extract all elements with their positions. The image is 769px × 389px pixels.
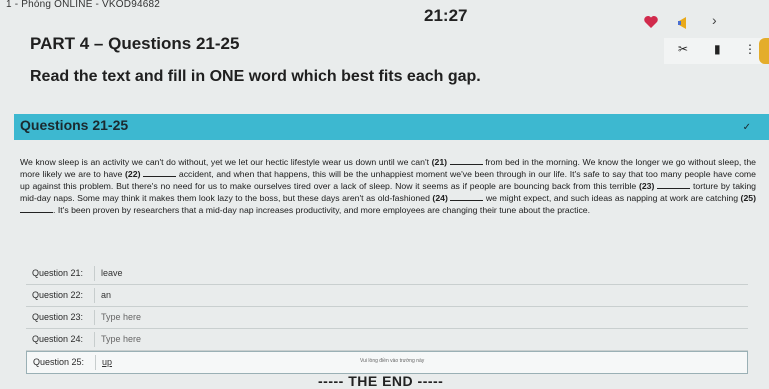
- answer-input-24[interactable]: Type here: [101, 334, 141, 344]
- gap-number: (22): [125, 169, 141, 179]
- countdown-timer: 21:27: [424, 6, 468, 25]
- passage-text: . It's been proven by researchers that a…: [53, 205, 591, 215]
- gap-number: (24): [432, 193, 448, 203]
- instructions: Read the text and fill in ONE word which…: [30, 68, 481, 85]
- divider: [94, 310, 95, 325]
- megaphone-icon[interactable]: [676, 14, 694, 32]
- question-label: Question 24:: [32, 334, 84, 344]
- section-banner: Questions 21-25 ✓: [14, 114, 769, 140]
- screen-icon[interactable]: ▮: [714, 42, 721, 56]
- gap-21: [449, 156, 483, 165]
- heart-icon[interactable]: [643, 14, 659, 30]
- gap-22: [143, 168, 177, 177]
- answer-input-22[interactable]: an: [101, 290, 111, 300]
- divider: [94, 266, 95, 281]
- passage-text: We know sleep is an activity we can't do…: [20, 157, 432, 167]
- room-name: 1 - Phòng ONLINE - VKOD94682: [6, 0, 161, 10]
- answer-row-22: Question 22: an: [26, 285, 748, 307]
- checkmark-icon: ✓: [742, 122, 751, 133]
- gap-25: [20, 204, 53, 213]
- divider: [94, 332, 95, 347]
- divider: [94, 288, 95, 303]
- call-toolbar: ✂ ▮ ⋮: [664, 38, 769, 64]
- section-title: Questions 21-25: [20, 117, 129, 133]
- answer-row-21: Question 21: leave: [26, 263, 748, 285]
- answer-row-23: Question 23: Type here: [26, 307, 748, 329]
- gap-number: (23): [638, 181, 655, 191]
- answer-input-23[interactable]: Type here: [101, 312, 141, 322]
- question-label: Question 22:: [32, 290, 84, 300]
- status-indicator: [759, 38, 769, 64]
- gap-number: (25): [740, 193, 756, 203]
- question-label: Question 25:: [33, 357, 85, 367]
- gap-number: (21): [431, 157, 448, 167]
- passage-text: we might expect, and such ideas as nappi…: [483, 193, 741, 203]
- more-icon[interactable]: ⋮: [744, 42, 756, 56]
- answer-row-24: Question 24: Type here: [26, 329, 748, 351]
- chevron-right-icon[interactable]: ›: [712, 12, 717, 28]
- divider: [95, 355, 96, 370]
- mic-off-icon[interactable]: ✂: [678, 42, 688, 56]
- answer-list: Question 21: leave Question 22: an Quest…: [26, 263, 748, 374]
- end-marker: ----- THE END -----: [318, 373, 444, 389]
- gap-24: [450, 192, 484, 201]
- reading-passage: We know sleep is an activity we can't do…: [20, 156, 756, 216]
- top-bar: 1 - Phòng ONLINE - VKOD94682 21:27 ›: [0, 0, 769, 29]
- answer-input-25[interactable]: up: [102, 357, 112, 367]
- question-label: Question 23:: [32, 312, 84, 322]
- answer-input-21[interactable]: leave: [101, 268, 123, 278]
- answer-row-25: Question 25: up Vui lòng điền vào trường…: [26, 351, 748, 374]
- validation-tooltip: Vui lòng điền vào trường này: [360, 358, 425, 364]
- gap-23: [657, 180, 691, 189]
- part-title: PART 4 – Questions 21-25: [30, 34, 240, 53]
- question-label: Question 21:: [32, 268, 84, 278]
